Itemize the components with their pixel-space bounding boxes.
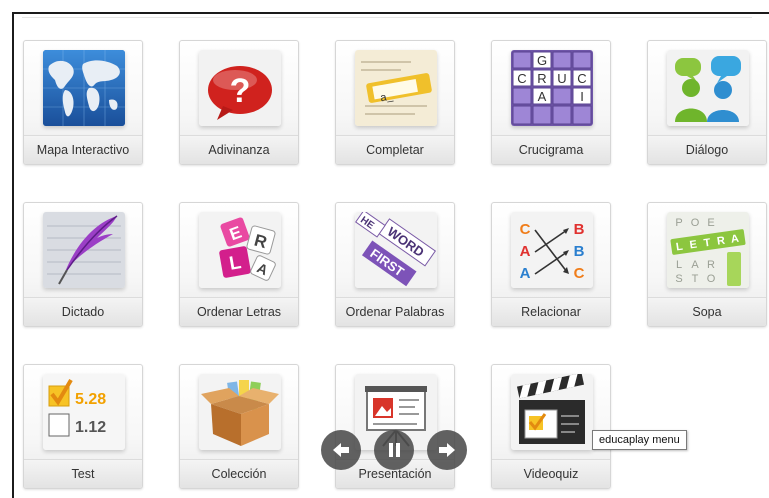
tile-ordenar-letras[interactable]: E R L A Ordenar Letras [179, 202, 299, 327]
svg-text:?: ? [230, 72, 251, 110]
word-search-icon: POE LAR STO LETRA [667, 212, 749, 288]
tile-crucigrama[interactable]: G C R U C A I Crucigrama [491, 40, 611, 165]
svg-text:I: I [580, 89, 584, 104]
svg-text:A: A [520, 265, 531, 282]
tile-dialogo[interactable]: Diálogo [647, 40, 767, 165]
svg-text:G: G [537, 53, 547, 68]
tile-adivinanza[interactable]: ? Adivinanza [179, 40, 299, 165]
svg-text:O: O [691, 217, 700, 229]
tile-label: Ordenar Letras [180, 297, 298, 326]
tile-dictado[interactable]: Dictado [23, 202, 143, 327]
svg-text:C: C [577, 71, 586, 86]
tile-label: Colección [180, 459, 298, 488]
tile-completar[interactable]: a_ Completar [335, 40, 455, 165]
svg-text:S: S [675, 273, 682, 285]
tile-sopa[interactable]: POE LAR STO LETRA Sopa [647, 202, 767, 327]
fill-in-blank-icon: a_ [355, 50, 437, 126]
tile-label: Ordenar Palabras [336, 297, 454, 326]
tile-relacionar[interactable]: C A A B B C Relacionar [491, 202, 611, 327]
svg-text:C: C [520, 221, 531, 238]
matching-arrows-icon: C A A B B C [511, 212, 593, 288]
pause-icon[interactable] [374, 430, 414, 470]
tile-label: Adivinanza [180, 135, 298, 164]
tile-label: Videoquiz [492, 459, 610, 488]
quill-pen-icon [43, 212, 125, 288]
tooltip: educaplay menu [592, 430, 687, 450]
tile-test[interactable]: 5.28 1.12 Test [23, 364, 143, 489]
svg-text:R: R [716, 235, 726, 248]
tile-label: Test [24, 459, 142, 488]
svg-text:T: T [692, 273, 699, 285]
svg-text:5.28: 5.28 [75, 391, 106, 408]
clapperboard-icon [511, 374, 593, 450]
svg-text:A: A [691, 259, 699, 271]
svg-text:1.12: 1.12 [75, 419, 106, 436]
tile-coleccion[interactable]: Colección [179, 364, 299, 489]
tile-presentacion[interactable]: Presentación [335, 364, 455, 489]
tile-label: Dictado [24, 297, 142, 326]
svg-text:B: B [574, 243, 585, 260]
tile-mapa-interactivo[interactable]: Mapa Interactivo [23, 40, 143, 165]
top-divider [22, 17, 752, 18]
svg-text:A: A [730, 233, 740, 246]
dialogue-people-icon [667, 50, 749, 126]
tile-label: Crucigrama [492, 135, 610, 164]
open-box-icon [199, 374, 281, 450]
tile-label: Sopa [648, 297, 766, 326]
svg-text:B: B [574, 221, 585, 238]
letter-tiles-icon: E R L A [199, 212, 281, 288]
tile-videoquiz[interactable]: Videoquiz [491, 364, 611, 489]
svg-text:A: A [520, 243, 531, 260]
prev-arrow-icon[interactable] [321, 430, 361, 470]
tile-label: Diálogo [648, 135, 766, 164]
svg-text:R: R [707, 259, 715, 271]
word-tiles-icon: WORD FIRST HE [355, 212, 437, 288]
next-arrow-icon[interactable] [427, 430, 467, 470]
question-bubble-icon: ? [199, 50, 281, 126]
svg-text:P: P [675, 217, 682, 229]
svg-text:E: E [707, 217, 714, 229]
svg-text:C: C [574, 265, 585, 282]
svg-text:U: U [557, 71, 566, 86]
svg-text:L: L [676, 259, 682, 271]
tile-label: Relacionar [492, 297, 610, 326]
tile-label: Mapa Interactivo [24, 135, 142, 164]
svg-text:A: A [538, 89, 547, 104]
world-map-icon [43, 50, 125, 126]
tile-ordenar-palabras[interactable]: WORD FIRST HE Ordenar Palabras [335, 202, 455, 327]
tile-label: Completar [336, 135, 454, 164]
crossword-icon: G C R U C A I [511, 50, 593, 126]
svg-text:R: R [537, 71, 546, 86]
svg-text:O: O [707, 273, 716, 285]
checklist-icon: 5.28 1.12 [43, 374, 125, 450]
svg-text:C: C [517, 71, 526, 86]
